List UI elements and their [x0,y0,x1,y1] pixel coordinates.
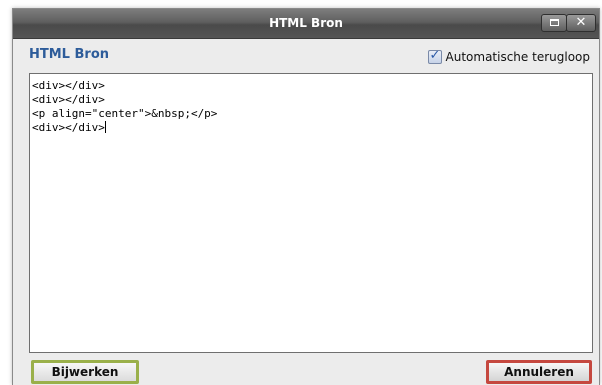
cancel-button[interactable]: Annuleren [486,360,592,384]
close-button[interactable]: ✕ [566,14,596,32]
code-line: <div></div> [32,93,105,106]
auto-wrap-checkbox[interactable]: ✓ [427,48,442,64]
auto-wrap-option[interactable]: ✓ Automatische terugloop [427,48,590,65]
html-source-dialog: HTML Bron ✕ HTML Bron ✓ Automatische ter… [12,8,600,385]
checkmark-icon: ✓ [429,48,441,63]
code-line-with-caret: <div></div> [32,121,590,135]
code-line: <div></div> [32,79,105,92]
html-source-textarea[interactable]: <div></div> <div></div> <p align="center… [29,73,593,353]
code-line: <p align="center">&nbsp;</p> [32,107,218,120]
maximize-icon [550,19,559,26]
maximize-button[interactable] [541,14,567,32]
close-icon: ✕ [575,15,587,30]
text-caret [104,121,106,133]
titlebar[interactable]: HTML Bron ✕ [13,9,599,39]
code-line-text: <div></div> [32,121,105,134]
update-button[interactable]: Bijwerken [31,360,139,384]
window-title: HTML Bron [269,16,343,30]
dialog-heading: HTML Bron [29,47,109,62]
auto-wrap-label[interactable]: Automatische terugloop [446,50,590,64]
